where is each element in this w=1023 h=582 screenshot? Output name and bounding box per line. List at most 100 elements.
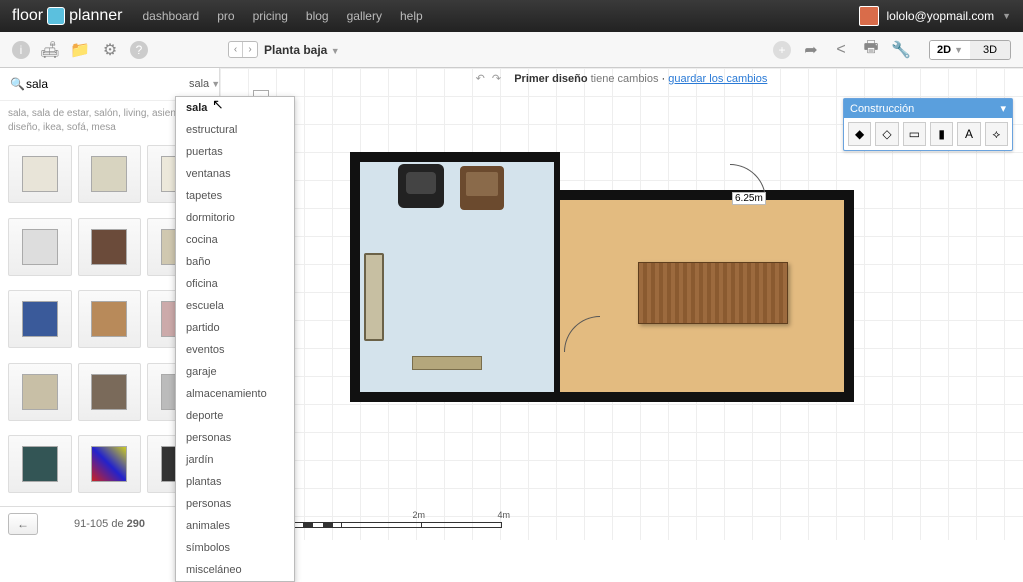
- avatar: [859, 6, 879, 26]
- dropdown-item[interactable]: almacenamiento: [176, 383, 294, 405]
- dropdown-item[interactable]: personas: [176, 493, 294, 515]
- tool-dimension[interactable]: ⟡: [985, 122, 1008, 146]
- tool-room[interactable]: ◆: [848, 122, 871, 146]
- floor-switcher: ‹ ›: [228, 41, 258, 58]
- search-input[interactable]: [8, 74, 185, 94]
- toolbar-left: i 🛋 📁 ⚙ ?: [12, 40, 212, 60]
- dropdown-item[interactable]: partido: [176, 317, 294, 339]
- dropdown-item[interactable]: escuela: [176, 295, 294, 317]
- view-2d-button[interactable]: 2D ▼: [930, 41, 970, 59]
- chevron-down-icon: ▼: [211, 79, 220, 89]
- dropdown-item[interactable]: símbolos: [176, 537, 294, 559]
- tool-floor[interactable]: ◇: [875, 122, 898, 146]
- user-email: lololo@yopmail.com: [887, 9, 995, 23]
- nav-blog[interactable]: blog: [306, 9, 329, 23]
- search-icon: 🔍: [10, 77, 25, 91]
- furniture-thumb[interactable]: [78, 363, 142, 421]
- wrench-icon[interactable]: 🔧: [891, 40, 911, 60]
- dropdown-item[interactable]: dormitorio: [176, 207, 294, 229]
- furniture-thumb[interactable]: [8, 218, 72, 276]
- tool-text[interactable]: A: [957, 122, 980, 146]
- dropdown-item[interactable]: personas: [176, 427, 294, 449]
- tool-wall[interactable]: ▭: [903, 122, 926, 146]
- view-3d-button[interactable]: 3D: [970, 41, 1010, 59]
- furniture-thumb[interactable]: [78, 290, 142, 348]
- dropdown-item[interactable]: baño: [176, 251, 294, 273]
- dimension-label: 6.25m: [732, 192, 766, 205]
- dropdown-item[interactable]: cocina: [176, 229, 294, 251]
- help-icon[interactable]: ?: [130, 41, 148, 59]
- floor-next[interactable]: ›: [243, 42, 257, 57]
- user-menu[interactable]: lololo@yopmail.com ▼: [859, 6, 1011, 26]
- dropdown-item[interactable]: ventanas: [176, 163, 294, 185]
- dropdown-item[interactable]: puertas: [176, 141, 294, 163]
- furniture-rug[interactable]: [412, 356, 482, 370]
- settings-icon[interactable]: ⚙: [100, 40, 120, 60]
- palette-header[interactable]: Construcción ▾: [844, 99, 1012, 118]
- dropdown-item[interactable]: plantas: [176, 471, 294, 493]
- dropdown-item[interactable]: eventos: [176, 339, 294, 361]
- chevron-down-icon: ▾: [1000, 102, 1006, 115]
- nav-gallery[interactable]: gallery: [347, 9, 382, 23]
- logo[interactable]: floor planner: [12, 7, 123, 25]
- floor-name[interactable]: Planta baja ▼: [264, 43, 340, 57]
- category-label: sala: [189, 78, 209, 90]
- dropdown-item[interactable]: tapetes: [176, 185, 294, 207]
- furniture-armchair[interactable]: [398, 164, 444, 208]
- dropdown-item[interactable]: sala: [176, 97, 294, 119]
- dropdown-item[interactable]: oficina: [176, 273, 294, 295]
- nav-help[interactable]: help: [400, 9, 423, 23]
- view-toggle: 2D ▼ 3D: [929, 40, 1011, 60]
- dropdown-item[interactable]: estructural: [176, 119, 294, 141]
- palette-title: Construcción: [850, 103, 914, 115]
- chevron-down-icon: ▼: [1002, 11, 1011, 21]
- folder-icon[interactable]: 📁: [70, 40, 90, 60]
- chevron-down-icon: ▼: [331, 46, 340, 56]
- logo-text-1: floor: [12, 7, 43, 25]
- furniture-sofa[interactable]: [364, 253, 384, 341]
- category-selector[interactable]: sala ▼: [189, 78, 220, 90]
- furniture-icon[interactable]: 🛋: [40, 40, 60, 60]
- furniture-thumb[interactable]: [8, 145, 72, 203]
- floor-nav: ‹ › Planta baja ▼: [228, 41, 340, 58]
- dropdown-item[interactable]: jardín: [176, 449, 294, 471]
- furniture-thumb[interactable]: [8, 290, 72, 348]
- add-icon[interactable]: +: [773, 41, 791, 59]
- construction-palette[interactable]: Construcción ▾ ◆ ◇ ▭ ▮ A ⟡: [843, 98, 1013, 151]
- furniture-thumb[interactable]: [78, 145, 142, 203]
- status-row: ↶ ↷ Primer diseño tiene cambios · guarda…: [220, 72, 1023, 85]
- tool-door[interactable]: ▮: [930, 122, 953, 146]
- nav-pricing[interactable]: pricing: [253, 9, 288, 23]
- print-icon[interactable]: 🖶: [861, 40, 881, 60]
- share-icon[interactable]: <: [831, 40, 851, 60]
- toolbar-right: + ➦ < 🖶 🔧 2D ▼ 3D: [773, 40, 1011, 60]
- ruler-tick: 2m: [412, 510, 425, 520]
- nav-links: dashboard pro pricing blog gallery help: [143, 9, 423, 23]
- topbar: floor planner dashboard pro pricing blog…: [0, 0, 1023, 32]
- furniture-chair[interactable]: [460, 166, 504, 210]
- save-link[interactable]: guardar los cambios: [668, 73, 767, 85]
- category-dropdown: sala estructural puertas ventanas tapete…: [175, 96, 295, 582]
- floor-prev[interactable]: ‹: [229, 42, 243, 57]
- furniture-thumb[interactable]: [78, 435, 142, 493]
- dropdown-item[interactable]: garaje: [176, 361, 294, 383]
- export-icon[interactable]: ➦: [801, 40, 821, 60]
- nav-dashboard[interactable]: dashboard: [143, 9, 200, 23]
- sidebar: 🔍 sala ▼ sala, sala de estar, salón, liv…: [0, 68, 220, 540]
- nav-pro[interactable]: pro: [217, 9, 234, 23]
- main: 🔍 sala ▼ sala, sala de estar, salón, liv…: [0, 68, 1023, 540]
- pager-prev[interactable]: ←: [8, 513, 38, 535]
- pager-text: 91-105 de 290: [74, 518, 145, 530]
- canvas[interactable]: ↶ ↷ Primer diseño tiene cambios · guarda…: [220, 68, 1023, 540]
- logo-icon: [47, 7, 65, 25]
- dropdown-item[interactable]: animales: [176, 515, 294, 537]
- dropdown-item[interactable]: misceláneo: [176, 559, 294, 581]
- furniture-thumb[interactable]: [8, 363, 72, 421]
- design-name: Primer diseño: [514, 73, 587, 85]
- dropdown-item[interactable]: deporte: [176, 405, 294, 427]
- furniture-table[interactable]: [638, 262, 788, 324]
- furniture-thumb[interactable]: [8, 435, 72, 493]
- furniture-thumb[interactable]: [78, 218, 142, 276]
- undo-redo-icons[interactable]: ↶ ↷: [476, 73, 504, 85]
- info-icon[interactable]: i: [12, 41, 30, 59]
